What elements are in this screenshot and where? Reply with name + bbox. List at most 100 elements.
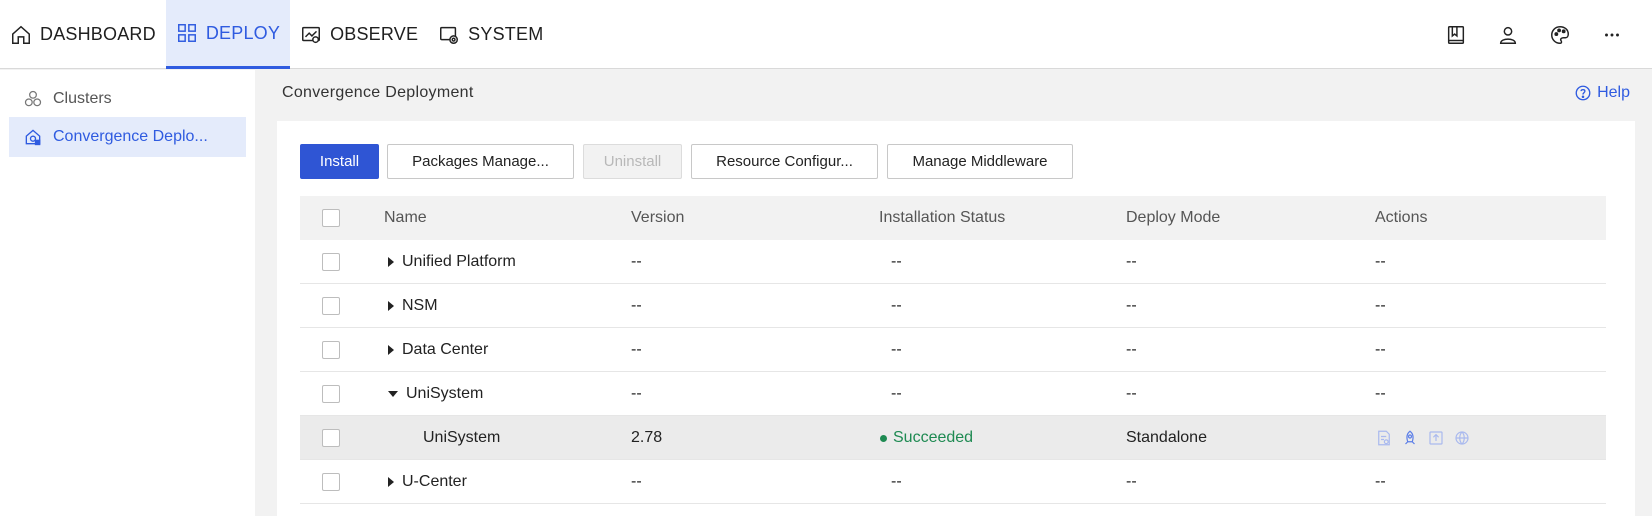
row-deploy-mode: -- <box>1126 473 1137 490</box>
row-status: -- <box>891 253 902 270</box>
row-deploy-mode: -- <box>1126 297 1137 314</box>
row-version: 2.78 <box>631 429 663 446</box>
success-dot-icon <box>880 434 887 442</box>
select-all-checkbox[interactable] <box>322 209 340 227</box>
top-right-icons <box>1430 0 1638 69</box>
row-actions: -- <box>1375 253 1386 270</box>
table-row[interactable]: NSM -- -- -- -- <box>300 284 1606 328</box>
home-icon <box>12 25 30 44</box>
user-icon[interactable] <box>1482 0 1534 69</box>
nav-deploy-label: DEPLOY <box>205 22 281 43</box>
row-deploy-mode: -- <box>1126 385 1137 402</box>
book-icon[interactable] <box>1430 0 1482 69</box>
resource-configuration-button[interactable]: Resource Configur... <box>691 144 878 179</box>
deployment-house-icon <box>25 129 41 146</box>
nav-observe[interactable]: OBSERVE <box>290 0 428 69</box>
header-deploy-mode[interactable]: Deploy Mode <box>1126 196 1220 240</box>
nav-dashboard[interactable]: DASHBOARD <box>0 0 166 69</box>
row-name-cell: U-Center <box>388 460 467 504</box>
row-name: UniSystem <box>406 385 484 402</box>
row-version: -- <box>631 473 642 490</box>
nav-deploy[interactable]: DEPLOY <box>165 0 291 69</box>
header-actions: Actions <box>1375 209 1428 226</box>
table-row[interactable]: Data Center -- -- -- -- <box>300 328 1606 372</box>
row-actions-icons <box>1375 416 1479 460</box>
row-status: -- <box>891 385 902 402</box>
sidebar-item-convergence-label: Convergence Deplo... <box>53 128 208 145</box>
install-button[interactable]: Install <box>300 144 379 179</box>
row-version: -- <box>631 297 642 314</box>
row-status: Succeeded <box>893 429 974 446</box>
sidebar-item-clusters[interactable]: Clusters <box>9 79 246 119</box>
row-deploy-mode: -- <box>1126 253 1137 270</box>
row-status: -- <box>891 341 902 358</box>
clusters-icon <box>24 90 42 107</box>
help-link[interactable]: Help <box>1574 84 1630 102</box>
row-version: -- <box>631 253 642 270</box>
main-nav: DASHBOARD DEPLOY OBSERVE SYSTEM <box>0 0 553 69</box>
row-name-cell: Data Center <box>388 328 488 372</box>
nav-dashboard-label: DASHBOARD <box>40 24 156 44</box>
packages-manage-button[interactable]: Packages Manage... <box>387 144 574 179</box>
row-deploy-mode: -- <box>1126 341 1137 358</box>
nav-observe-label: OBSERVE <box>330 24 419 44</box>
row-status-cell: Succeeded <box>880 416 973 460</box>
top-navigation-bar: DASHBOARD DEPLOY OBSERVE SYSTEM <box>0 0 1652 69</box>
expand-caret-icon[interactable] <box>388 345 394 355</box>
collapse-caret-icon[interactable] <box>388 391 398 397</box>
header-status[interactable]: Installation Status <box>879 196 1005 240</box>
table-row[interactable]: Unified Platform -- -- -- -- <box>300 240 1606 284</box>
row-name: U-Center <box>402 473 467 490</box>
row-name: NSM <box>402 297 438 314</box>
expand-caret-icon[interactable] <box>388 257 394 267</box>
row-name: Unified Platform <box>402 253 516 270</box>
header-name[interactable]: Name <box>384 196 427 240</box>
more-icon[interactable] <box>1586 0 1638 69</box>
row-actions: -- <box>1375 473 1386 490</box>
row-checkbox[interactable] <box>322 429 340 447</box>
row-checkbox[interactable] <box>322 385 340 403</box>
uninstall-button[interactable]: Uninstall <box>583 144 682 179</box>
row-name-cell: NSM <box>388 284 438 328</box>
row-version: -- <box>631 341 642 358</box>
row-version: -- <box>631 385 642 402</box>
table-header: Name Version Installation Status Deploy … <box>300 196 1606 240</box>
page-title: Convergence Deployment <box>282 84 474 101</box>
row-name: UniSystem <box>423 429 501 446</box>
header-version[interactable]: Version <box>631 196 684 240</box>
manage-middleware-button[interactable]: Manage Middleware <box>887 144 1073 179</box>
row-actions: -- <box>1375 297 1386 314</box>
row-name: Data Center <box>402 341 489 358</box>
sidebar-item-clusters-label: Clusters <box>53 90 112 107</box>
table-row[interactable]: U-Center -- -- -- -- <box>300 460 1606 504</box>
upgrade-rocket-icon[interactable] <box>1401 429 1419 447</box>
row-checkbox[interactable] <box>322 297 340 315</box>
row-name-cell: Unified Platform <box>388 240 516 284</box>
nav-system[interactable]: SYSTEM <box>428 0 553 69</box>
deployment-table: Name Version Installation Status Deploy … <box>300 196 1606 504</box>
nav-system-label: SYSTEM <box>468 24 544 44</box>
uninstall-globe-icon[interactable] <box>1453 429 1471 447</box>
system-settings-icon <box>440 26 459 44</box>
expand-caret-icon[interactable] <box>388 477 394 487</box>
table-row-child[interactable]: UniSystem 2.78 Succeeded Standalone <box>300 416 1606 460</box>
table-row[interactable]: UniSystem -- -- -- -- <box>300 372 1606 416</box>
row-checkbox[interactable] <box>322 473 340 491</box>
question-circle-icon <box>1575 85 1591 101</box>
upload-icon[interactable] <box>1427 429 1445 447</box>
sidebar: Clusters Convergence Deplo... <box>0 70 255 516</box>
view-log-icon[interactable] <box>1375 429 1393 447</box>
expand-caret-icon[interactable] <box>388 301 394 311</box>
row-checkbox[interactable] <box>322 341 340 359</box>
sidebar-item-convergence-deployment[interactable]: Convergence Deplo... <box>9 117 246 157</box>
row-actions: -- <box>1375 385 1386 402</box>
row-name-cell: UniSystem <box>388 372 483 416</box>
palette-icon[interactable] <box>1534 0 1586 69</box>
row-deploy-mode: Standalone <box>1126 429 1207 446</box>
deploy-grid-icon <box>177 24 196 42</box>
monitor-chart-icon <box>302 26 321 43</box>
row-status: -- <box>891 473 902 490</box>
row-checkbox[interactable] <box>322 253 340 271</box>
row-actions: -- <box>1375 341 1386 358</box>
row-status: -- <box>891 297 902 314</box>
